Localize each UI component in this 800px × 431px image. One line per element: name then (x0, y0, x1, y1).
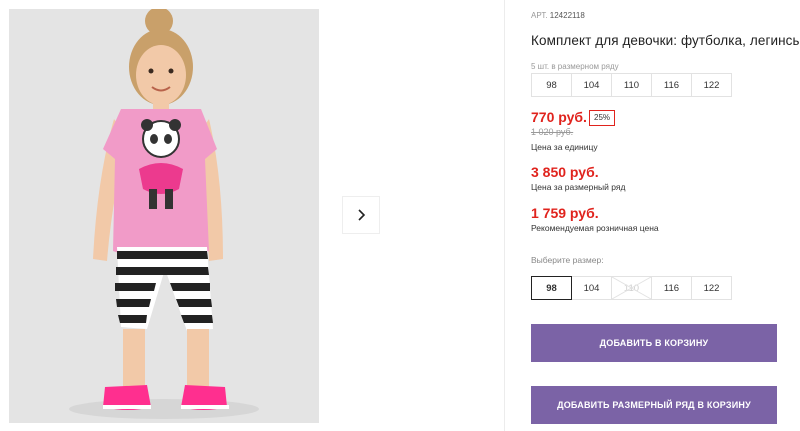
product-title: Комплект для девочки: футболка, легинсы (531, 33, 800, 48)
rrp-price: 1 759 руб. (531, 205, 599, 221)
size-option-116[interactable]: 116 (651, 276, 692, 300)
size-row-caption: 5 шт. в размерном ряду (531, 62, 619, 71)
row-price-caption: Цена за размерный ряд (531, 182, 626, 192)
size-option-label: 98 (546, 282, 557, 294)
chevron-right-icon (358, 209, 366, 221)
add-to-cart-button[interactable]: ДОБАВИТЬ В КОРЗИНУ (531, 324, 777, 362)
sku-label: АРТ. (531, 11, 548, 20)
add-size-row-to-cart-button[interactable]: ДОБАВИТЬ РАЗМЕРНЫЙ РЯД В КОРЗИНУ (531, 386, 777, 424)
product-gallery (0, 0, 505, 431)
sku: АРТ. 12422118 (531, 11, 585, 20)
size-row-list: 98 104 110 116 122 (531, 73, 732, 97)
discount-badge: 25% (589, 110, 616, 126)
size-option-122[interactable]: 122 (691, 276, 732, 300)
unit-price: 770 руб. (531, 109, 587, 125)
size-row-item: 110 (611, 73, 652, 97)
size-option-104[interactable]: 104 (571, 276, 612, 300)
unit-price-caption: Цена за единицу (531, 142, 598, 152)
size-row-item: 122 (691, 73, 732, 97)
size-option-110: 110 (611, 276, 652, 300)
next-image-button[interactable] (342, 196, 380, 234)
size-row-item: 116 (651, 73, 692, 97)
size-option-label: 122 (703, 282, 720, 294)
unavailable-cross-icon (612, 277, 651, 299)
rrp-price-caption: Рекомендуемая розничная цена (531, 223, 659, 233)
choose-size-label: Выберите размер: (531, 255, 604, 265)
size-option-label: 104 (583, 282, 600, 294)
girl-outfit-image (9, 9, 319, 423)
size-row-item: 98 (531, 73, 572, 97)
size-picker: 98 104 110 116 122 (531, 276, 732, 300)
sku-code: 12422118 (549, 11, 585, 20)
old-price: 1 020 руб. (531, 127, 574, 137)
size-option-98[interactable]: 98 (531, 276, 572, 300)
size-row-item: 104 (571, 73, 612, 97)
row-price: 3 850 руб. (531, 164, 599, 180)
product-photo[interactable] (9, 9, 319, 423)
size-option-label: 116 (663, 282, 680, 294)
